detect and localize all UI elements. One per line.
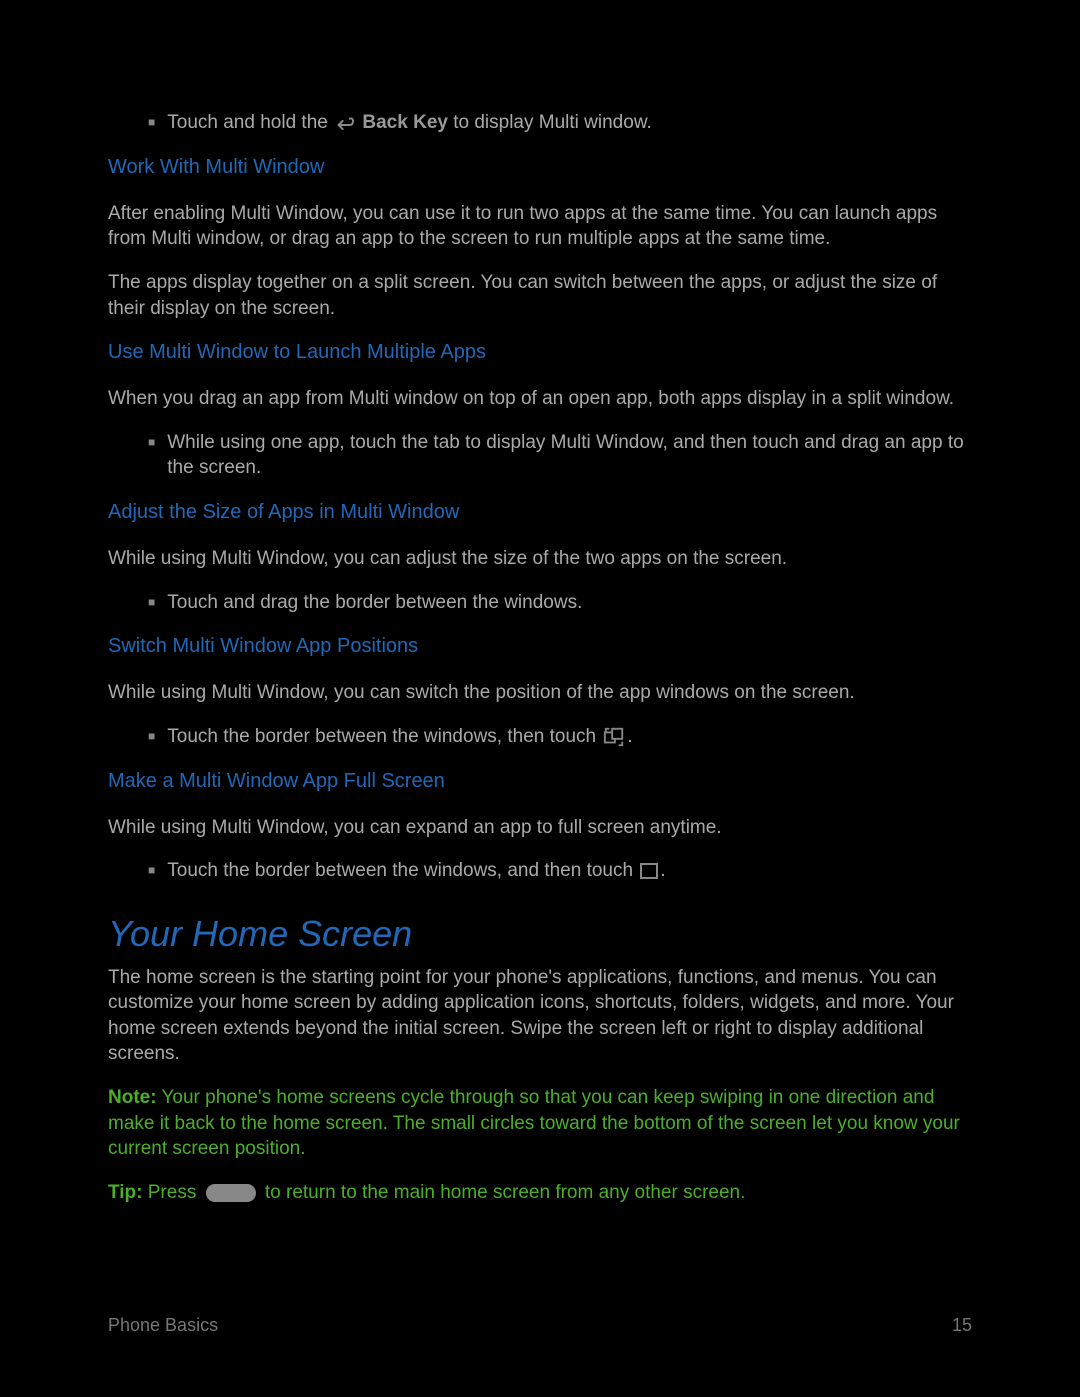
body-text: While using Multi Window, you can switch…: [108, 680, 972, 706]
tip-block: Tip: Press to return to the main home sc…: [108, 1180, 972, 1206]
back-key-label: Back Key: [362, 112, 448, 133]
bullet-item: ■ Touch the border between the windows, …: [148, 858, 972, 884]
body-text: While using Multi Window, you can expand…: [108, 815, 972, 841]
sub-heading: Make a Multi Window App Full Screen: [108, 768, 972, 795]
bullet-text: Touch and drag the border between the wi…: [167, 590, 972, 616]
fullscreen-icon: [640, 863, 658, 879]
bullet-text: Touch the border between the windows, an…: [167, 858, 972, 884]
bullet-marker: ■: [148, 862, 155, 884]
body-text: The apps display together on a split scr…: [108, 270, 972, 321]
text-fragment: Touch and hold the: [167, 112, 333, 133]
text-fragment: .: [627, 726, 632, 747]
note-label: Note:: [108, 1087, 157, 1108]
sub-heading: Switch Multi Window App Positions: [108, 633, 972, 660]
tip-label: Tip:: [108, 1182, 142, 1203]
sub-heading: Work With Multi Window: [108, 154, 972, 181]
bullet-marker: ■: [148, 434, 155, 481]
bullet-text: While using one app, touch the tab to di…: [167, 430, 972, 481]
text-fragment: Touch the border between the windows, an…: [167, 860, 638, 881]
text-fragment: Touch the border between the windows, th…: [167, 726, 601, 747]
text-fragment: .: [660, 860, 665, 881]
text-fragment: to return to the main home screen from a…: [260, 1182, 746, 1203]
section-heading: Your Home Screen: [108, 910, 972, 959]
bullet-item: ■ Touch the border between the windows, …: [148, 724, 972, 750]
bullet-item: ■ While using one app, touch the tab to …: [148, 430, 972, 481]
bullet-text: Touch the border between the windows, th…: [167, 724, 972, 750]
body-text: While using Multi Window, you can adjust…: [108, 546, 972, 572]
page-footer: Phone Basics 15: [108, 1313, 972, 1337]
footer-section-name: Phone Basics: [108, 1313, 218, 1337]
body-text: After enabling Multi Window, you can use…: [108, 201, 972, 252]
footer-page-number: 15: [952, 1313, 972, 1337]
sub-heading: Adjust the Size of Apps in Multi Window: [108, 499, 972, 526]
note-block: Note: Your phone's home screens cycle th…: [108, 1085, 972, 1162]
text-fragment: Press: [142, 1182, 201, 1203]
home-button-icon: [206, 1184, 256, 1202]
body-text: When you drag an app from Multi window o…: [108, 386, 972, 412]
bullet-item: ■ Touch and drag the border between the …: [148, 590, 972, 616]
bullet-marker: ■: [148, 114, 155, 136]
text-fragment: to display Multi window.: [448, 112, 652, 133]
bullet-marker: ■: [148, 594, 155, 616]
back-icon: [335, 115, 355, 131]
note-text: Your phone's home screens cycle through …: [108, 1087, 960, 1159]
bullet-marker: ■: [148, 728, 155, 750]
swap-windows-icon: [603, 726, 625, 748]
body-text: The home screen is the starting point fo…: [108, 965, 972, 1068]
document-page: ■ Touch and hold the Back Key to display…: [0, 0, 1080, 1206]
bullet-text: Touch and hold the Back Key to display M…: [167, 110, 972, 136]
sub-heading: Use Multi Window to Launch Multiple Apps: [108, 339, 972, 366]
bullet-item: ■ Touch and hold the Back Key to display…: [148, 110, 972, 136]
